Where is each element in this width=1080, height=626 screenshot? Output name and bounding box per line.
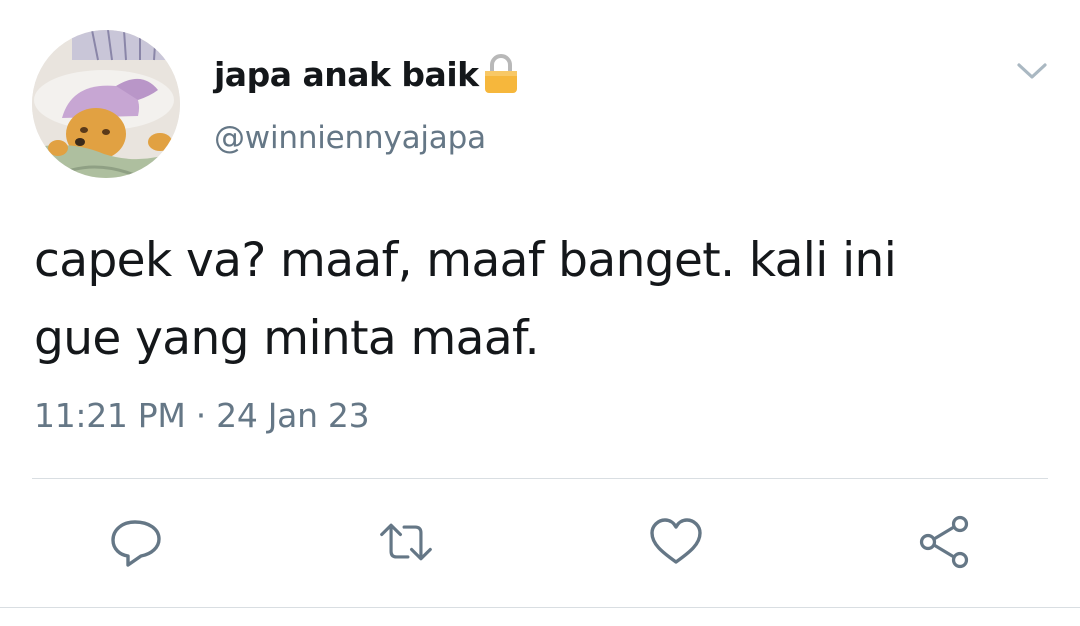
share-icon xyxy=(919,515,969,569)
tweet-card: japa anak baik @winniennyajapa capek va?… xyxy=(0,0,1080,626)
tweet-date: 24 Jan 23 xyxy=(216,396,370,435)
retweet-icon xyxy=(380,523,432,561)
divider xyxy=(0,607,1080,608)
divider xyxy=(32,478,1048,479)
reply-button[interactable] xyxy=(108,514,164,570)
lock-icon xyxy=(481,52,521,96)
timestamp-separator: · xyxy=(195,396,207,435)
share-button[interactable] xyxy=(916,514,972,570)
chevron-down-icon[interactable] xyxy=(1014,56,1050,86)
like-button[interactable] xyxy=(648,514,704,570)
heart-icon xyxy=(650,518,702,564)
handle[interactable]: @winniennyajapa xyxy=(214,120,486,156)
display-name[interactable]: japa anak baik xyxy=(214,55,479,94)
tweet-time: 11:21 PM xyxy=(34,396,186,435)
avatar-image xyxy=(32,30,180,178)
reply-icon xyxy=(111,520,161,567)
display-name-row[interactable]: japa anak baik xyxy=(214,52,521,96)
timestamp[interactable]: 11:21 PM · 24 Jan 23 xyxy=(34,396,370,435)
avatar[interactable] xyxy=(32,30,180,178)
retweet-button[interactable] xyxy=(378,514,434,570)
tweet-text: capek va? maaf, maaf banget. kali ini gu… xyxy=(34,233,897,366)
